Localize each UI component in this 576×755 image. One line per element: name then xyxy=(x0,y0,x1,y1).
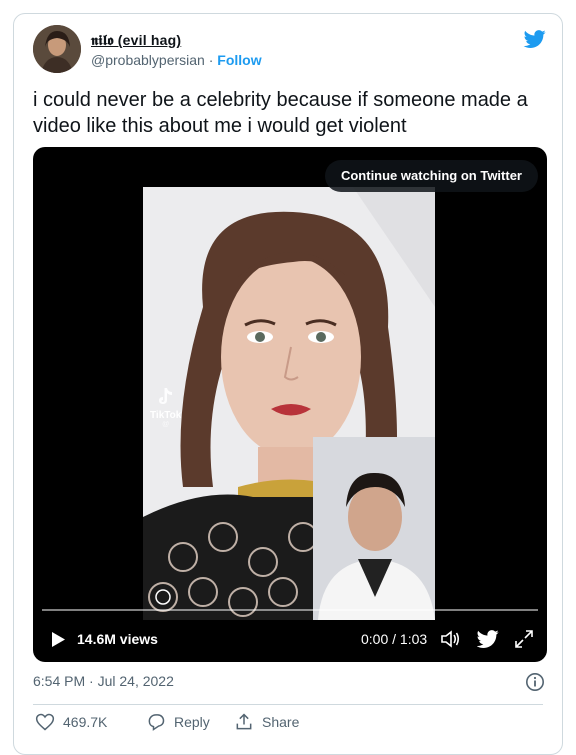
tiktok-handle: @ xyxy=(162,421,170,428)
video-frame[interactable] xyxy=(143,187,435,620)
divider xyxy=(33,704,543,705)
reply-label: Reply xyxy=(174,714,210,730)
tweet-timestamp[interactable]: 6:54 PM · Jul 24, 2022 xyxy=(33,673,174,689)
video-time: 0:00 / 1:03 xyxy=(361,631,428,647)
play-icon[interactable] xyxy=(50,631,66,648)
twitter-bird-icon[interactable] xyxy=(477,628,499,650)
video-thumbnail-image xyxy=(143,187,435,620)
share-icon xyxy=(236,713,252,730)
continue-watching-button[interactable]: Continue watching on Twitter xyxy=(324,160,538,192)
like-count: 469.7K xyxy=(63,714,108,730)
author-handle-row: @probablypersian · Follow xyxy=(91,52,262,68)
share-label: Share xyxy=(262,714,300,730)
reply-button[interactable]: Reply xyxy=(146,712,210,732)
follow-button[interactable]: Follow xyxy=(217,52,261,68)
separator: · xyxy=(208,52,214,68)
video-controls: 14.6M views 0:00 / 1:03 xyxy=(33,623,547,655)
author-name[interactable]: 𝖓𝖎𝖑𝖔 (evil hag) xyxy=(91,32,181,49)
fullscreen-icon[interactable] xyxy=(513,628,535,650)
view-count: 14.6M views xyxy=(77,631,158,647)
tiktok-watermark: TikTok @ xyxy=(150,387,181,428)
avatar[interactable] xyxy=(33,25,81,73)
twitter-bird-icon[interactable] xyxy=(522,28,548,50)
author-handle[interactable]: @probablypersian xyxy=(91,52,205,68)
avatar-image xyxy=(33,25,81,73)
share-button[interactable]: Share xyxy=(234,712,299,732)
tweet-text: i could never be a celebrity because if … xyxy=(33,89,528,137)
tiktok-brand: TikTok xyxy=(150,410,182,421)
video-progress-bar[interactable] xyxy=(42,609,538,611)
heart-icon xyxy=(35,713,55,731)
video-player[interactable]: TikTok @ Continue watching on Twitter 14… xyxy=(33,147,547,662)
tiktok-icon xyxy=(158,388,172,404)
info-icon[interactable] xyxy=(525,672,545,692)
reply-icon xyxy=(148,714,165,731)
volume-icon[interactable] xyxy=(439,628,461,650)
tweet-card: 𝖓𝖎𝖑𝖔 (evil hag) @probablypersian · Follo… xyxy=(13,13,563,755)
like-button[interactable]: 469.7K xyxy=(35,712,107,732)
